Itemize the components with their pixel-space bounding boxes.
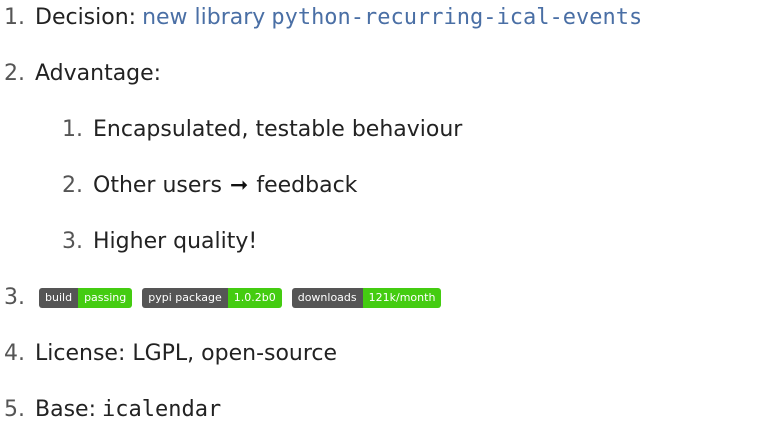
downloads-badge[interactable]: downloads 121k/month <box>291 288 442 308</box>
list-number: 1. <box>62 117 83 142</box>
badge-value: 1.0.2b0 <box>227 288 282 308</box>
badge-value: 121k/month <box>362 288 442 308</box>
list-item-1: 1. Decision: new library python-recurrin… <box>4 4 642 32</box>
library-link[interactable]: new library <box>142 4 265 32</box>
pypi-badge[interactable]: pypi package 1.0.2b0 <box>142 288 282 308</box>
slide: 1. Decision: new library python-recurrin… <box>0 0 782 424</box>
badge-label: pypi package <box>142 288 228 308</box>
list-item-5: 5. Base: icalendar <box>4 396 221 424</box>
item-label: Advantage: <box>35 61 162 86</box>
right-arrow-icon: ➞ <box>229 173 249 198</box>
item-label: Encapsulated, testable behaviour <box>93 117 463 142</box>
item-label: Decision: <box>35 5 137 30</box>
item-label: Other users <box>93 173 222 198</box>
list-number: 2. <box>62 173 83 198</box>
badge-value: passing <box>78 288 133 308</box>
list-number: 3. <box>62 229 83 254</box>
list-item-2: 2. Advantage: <box>4 60 161 88</box>
list-number: 1. <box>4 5 25 30</box>
library-name-code[interactable]: python-recurring-ical-events <box>271 4 642 32</box>
list-item-3: 3. build passing pypi package 1.0.2b0 do… <box>4 284 451 312</box>
list-number: 2. <box>4 61 25 86</box>
list-number: 4. <box>4 341 25 366</box>
build-badge[interactable]: build passing <box>39 288 133 308</box>
sub-list-item-3: 3. Higher quality! <box>62 228 257 256</box>
badge-label: build <box>39 288 79 308</box>
list-item-4: 4. License: LGPL, open-source <box>4 340 337 368</box>
item-label: Higher quality! <box>93 229 258 254</box>
base-library-code: icalendar <box>101 397 222 422</box>
list-number: 3. <box>4 285 25 310</box>
sub-list-item-2: 2. Other users ➞ feedback <box>62 172 357 200</box>
badge-label: downloads <box>291 288 363 308</box>
badge-group: build passing pypi package 1.0.2b0 downl… <box>39 288 451 308</box>
sub-list-item-1: 1. Encapsulated, testable behaviour <box>62 116 462 144</box>
item-label: feedback <box>256 173 358 198</box>
list-number: 5. <box>4 397 25 422</box>
item-label: License: LGPL, open-source <box>35 341 338 366</box>
item-label: Base: <box>35 397 96 422</box>
